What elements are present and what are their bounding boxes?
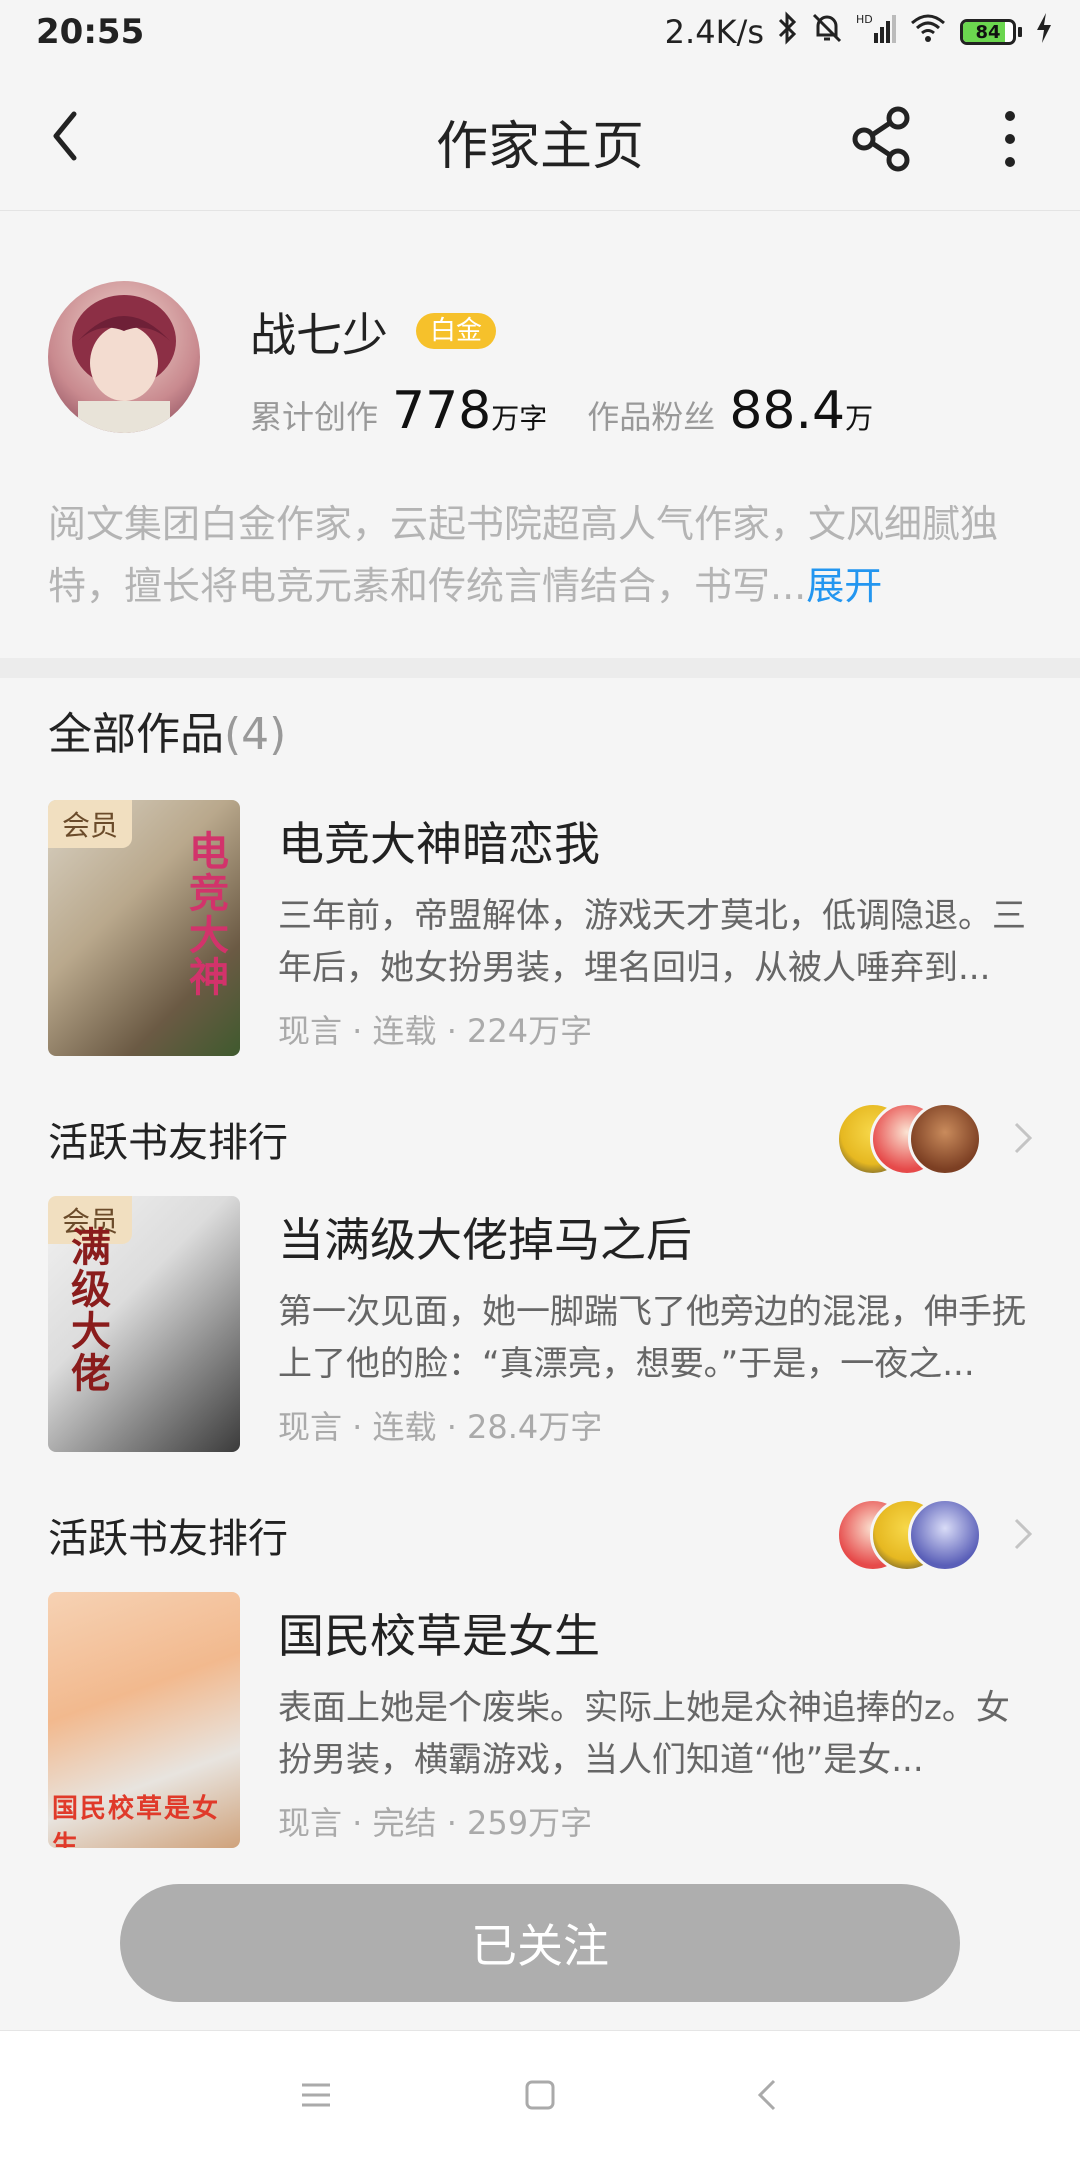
rank-row[interactable]: 活跃书友排行 xyxy=(0,1492,1080,1572)
book-item[interactable]: 国民校草是女生 国民校草是女生 表面上她是个废柴。实际上她是众神追捧的z。女扮男… xyxy=(0,1592,1080,1852)
stat-value-fans: 88.4 xyxy=(729,381,846,441)
avatar xyxy=(908,1102,982,1176)
author-profile: 战七少 白金 累计创作 778 万字 作品粉丝 88.4 万 阅文集团白金作家，… xyxy=(0,211,1080,658)
works-count: (4) xyxy=(224,709,287,760)
svg-text:HD: HD xyxy=(856,13,873,26)
rank-label: 活跃书友排行 xyxy=(48,1516,288,1562)
battery-level: 84 xyxy=(975,21,1001,43)
book-item[interactable]: 会员 满级大佬 当满级大佬掉马之后 第一次见面，她一脚踹飞了他旁边的混混，伸手抚… xyxy=(0,1196,1080,1456)
book-cover[interactable]: 国民校草是女生 xyxy=(48,1592,240,1848)
author-badge: 白金 xyxy=(416,313,497,349)
book-title[interactable]: 当满级大佬掉马之后 xyxy=(278,1204,692,1270)
avatar xyxy=(908,1498,982,1572)
share-icon[interactable] xyxy=(850,106,916,172)
nav-bar: 作家主页 xyxy=(0,64,1080,211)
book-cover[interactable]: 会员 电竞大神 xyxy=(48,800,240,1056)
book-meta: 现言 · 连载 · 224万字 xyxy=(278,1012,593,1050)
book-title[interactable]: 国民校草是女生 xyxy=(278,1600,600,1666)
book-desc: 三年前，帝盟解体，游戏天才莫北，低调隐退。三年后，她女扮男装，埋名回归，从被人唾… xyxy=(278,896,1026,988)
stat-label-fans: 作品粉丝 xyxy=(587,398,716,436)
book-item[interactable]: 会员 电竞大神 电竞大神暗恋我 三年前，帝盟解体，游戏天才莫北，低调隐退。三年后… xyxy=(0,800,1080,1060)
net-speed: 2.4K/s xyxy=(664,13,764,51)
wifi-icon xyxy=(908,11,948,53)
menu-icon[interactable] xyxy=(296,2075,336,2115)
follow-button[interactable]: 已关注 xyxy=(120,1884,960,2002)
more-icon[interactable] xyxy=(990,106,1030,172)
rank-row[interactable]: 活跃书友排行 xyxy=(0,1096,1080,1176)
stat-value-words: 778 xyxy=(392,381,492,441)
status-bar: 20:55 2.4K/s HD 84 xyxy=(0,0,1080,64)
rank-avatars xyxy=(836,1102,996,1176)
back-icon[interactable] xyxy=(748,2075,788,2115)
book-cover[interactable]: 会员 满级大佬 xyxy=(48,1196,240,1452)
chevron-right-icon xyxy=(1012,1514,1036,1554)
status-time: 20:55 xyxy=(36,12,145,52)
book-desc: 第一次见面，她一脚踹飞了他旁边的混混，伸手抚上了他的脸：“真漂亮，想要。”于是，… xyxy=(278,1292,1026,1384)
chevron-right-icon xyxy=(1012,1118,1036,1158)
cover-title: 国民校草是女生 xyxy=(52,1794,221,1848)
stat-unit-fans: 万 xyxy=(845,402,874,435)
battery-icon: 84 xyxy=(960,19,1022,45)
cover-title: 满级大佬 xyxy=(64,1226,110,1394)
home-icon[interactable] xyxy=(520,2075,560,2115)
status-icons: 2.4K/s HD 84 xyxy=(665,10,1054,54)
book-title[interactable]: 电竞大神暗恋我 xyxy=(278,808,600,874)
charging-icon xyxy=(1034,11,1054,53)
mute-icon xyxy=(810,11,844,53)
cover-title: 电竞大神 xyxy=(182,830,228,998)
bluetooth-icon xyxy=(776,11,798,53)
stat-label-words: 累计创作 xyxy=(250,398,379,436)
works-header: 全部作品(4) xyxy=(48,698,286,762)
signal-icon: HD xyxy=(856,11,896,53)
book-desc: 表面上她是个废柴。实际上她是众神追捧的z。女扮男装，横霸游戏，当人们知道“他”是… xyxy=(278,1688,1010,1780)
avatar[interactable] xyxy=(48,281,200,433)
works-header-label: 全部作品 xyxy=(48,709,224,760)
stat-unit-words: 万字 xyxy=(491,402,548,435)
section-divider xyxy=(0,658,1080,678)
rank-avatars xyxy=(836,1498,996,1572)
system-nav-bar xyxy=(0,2030,1080,2161)
vip-tag: 会员 xyxy=(48,800,133,848)
page-title: 作家主页 xyxy=(435,117,644,177)
author-bio: 阅文集团白金作家，云起书院超高人气作家，文风细腻独特，擅长将电竞元素和传统言情结… xyxy=(48,493,1038,617)
rank-label: 活跃书友排行 xyxy=(48,1120,288,1166)
book-meta: 现言 · 连载 · 28.4万字 xyxy=(278,1408,603,1446)
book-meta: 现言 · 完结 · 259万字 xyxy=(278,1804,593,1842)
author-name: 战七少 xyxy=(250,308,388,362)
author-stats: 累计创作 778 万字 作品粉丝 88.4 万 xyxy=(250,381,913,441)
expand-link[interactable]: 展开 xyxy=(806,564,882,608)
